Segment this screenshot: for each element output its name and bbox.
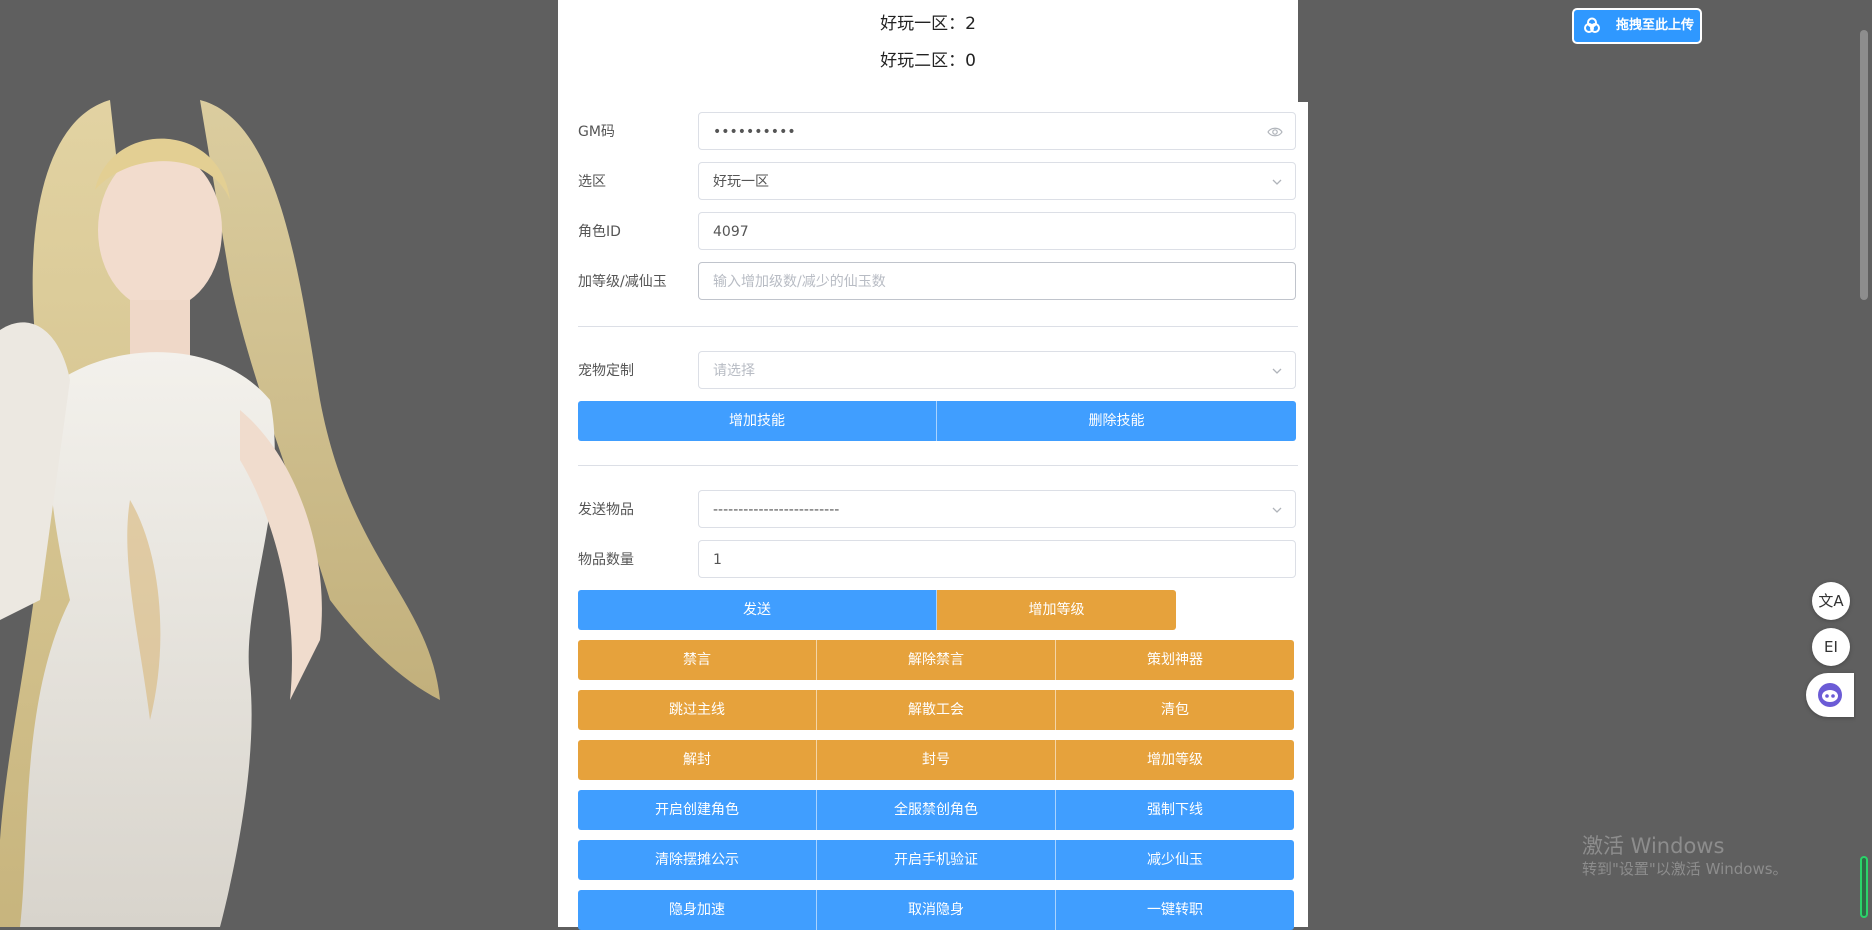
gm-form-panel: GM码 •••••••••• 选区 好玩一区 角色ID 4097 加等级/减仙玉… — [558, 102, 1308, 930]
cancel-stealth-button[interactable]: 取消隐身 — [817, 890, 1056, 930]
chevron-down-icon — [1271, 491, 1283, 529]
level-placeholder: 输入增加级数/减少的仙玉数 — [713, 274, 886, 290]
add-level-button-2[interactable]: 增加等级 — [1056, 740, 1294, 780]
gm-code-label: GM码 — [578, 124, 615, 140]
gm-code-value: •••••••••• — [713, 124, 796, 140]
zone-row: 选区 好玩一区 — [578, 162, 1298, 202]
ai-assistant-icon[interactable] — [1806, 673, 1854, 717]
item-label: 发送物品 — [578, 502, 634, 518]
pet-select[interactable]: 请选择 — [698, 351, 1296, 389]
role-id-input[interactable]: 4097 — [698, 212, 1296, 250]
qty-input[interactable]: 1 — [698, 540, 1296, 578]
clear-bag-button[interactable]: 清包 — [1056, 690, 1294, 730]
drag-upload-button[interactable]: 拖拽至此上传 — [1572, 8, 1702, 44]
action-row-5: 清除摆摊公示 开启手机验证 减少仙玉 — [578, 840, 1294, 880]
pet-placeholder: 请选择 — [713, 363, 755, 379]
remove-skill-button[interactable]: 删除技能 — [937, 401, 1296, 441]
action-row-1: 禁言 解除禁言 策划神器 — [578, 640, 1294, 680]
level-input[interactable]: 输入增加级数/减少的仙玉数 — [698, 262, 1296, 300]
chevron-down-icon — [1271, 352, 1283, 390]
scrollbar-thumb[interactable] — [1860, 30, 1868, 300]
eye-icon[interactable] — [1267, 113, 1283, 151]
skip-main-quest-button[interactable]: 跳过主线 — [578, 690, 817, 730]
action-row-2: 跳过主线 解散工会 清包 — [578, 690, 1294, 730]
add-skill-button[interactable]: 增加技能 — [578, 401, 937, 441]
mute-button[interactable]: 禁言 — [578, 640, 817, 680]
windows-activation-hint: 转到"设置"以激活 Windows。 — [1582, 860, 1788, 878]
chevron-down-icon — [1271, 163, 1283, 201]
one-click-job-change-button[interactable]: 一键转职 — [1056, 890, 1294, 930]
send-button[interactable]: 发送 — [578, 590, 937, 630]
unban-button[interactable]: 解封 — [578, 740, 817, 780]
action-row-3: 解封 封号 增加等级 — [578, 740, 1294, 780]
qty-label: 物品数量 — [578, 552, 634, 568]
divider — [578, 326, 1298, 327]
disable-create-role-button[interactable]: 全服禁创角色 — [817, 790, 1056, 830]
level-row: 加等级/减仙玉 输入增加级数/减少的仙玉数 — [578, 262, 1298, 302]
scroll-indicator — [1860, 856, 1868, 918]
skill-button-row: 增加技能 删除技能 — [578, 401, 1296, 441]
role-id-value: 4097 — [713, 224, 749, 240]
qty-row: 物品数量 1 — [578, 540, 1298, 580]
item-row: 发送物品 ------------------------- — [578, 490, 1298, 530]
force-logout-button[interactable]: 强制下线 — [1056, 790, 1294, 830]
qty-value: 1 — [713, 552, 722, 568]
pet-label: 宠物定制 — [578, 363, 634, 379]
character-artwork — [0, 100, 440, 927]
zone-value: 好玩一区 — [713, 174, 769, 190]
add-level-button[interactable]: 增加等级 — [937, 590, 1176, 630]
planner-tool-button[interactable]: 策划神器 — [1056, 640, 1294, 680]
action-row-4: 开启创建角色 全服禁创角色 强制下线 — [578, 790, 1294, 830]
zone-stats-panel: 好玩一区：2 好玩二区：0 — [558, 0, 1298, 102]
upload-label: 拖拽至此上传 — [1616, 18, 1695, 33]
stealth-speed-button[interactable]: 隐身加速 — [578, 890, 817, 930]
enable-phone-verify-button[interactable]: 开启手机验证 — [817, 840, 1056, 880]
zone-label: 选区 — [578, 174, 606, 190]
gm-code-row: GM码 •••••••••• — [578, 112, 1298, 152]
unmute-button[interactable]: 解除禁言 — [817, 640, 1056, 680]
pet-row: 宠物定制 请选择 — [578, 351, 1298, 391]
windows-activation-title: 激活 Windows — [1582, 834, 1725, 858]
enable-create-role-button[interactable]: 开启创建角色 — [578, 790, 817, 830]
divider — [578, 465, 1298, 466]
disband-guild-button[interactable]: 解散工会 — [817, 690, 1056, 730]
role-id-row: 角色ID 4097 — [578, 212, 1298, 252]
translate-icon[interactable]: 文A — [1812, 582, 1850, 620]
reduce-jade-button[interactable]: 减少仙玉 — [1056, 840, 1294, 880]
zone1-count: 好玩一区：2 — [880, 14, 976, 34]
level-label: 加等级/减仙玉 — [578, 274, 667, 290]
reader-mode-icon[interactable]: EI — [1812, 628, 1850, 666]
zone2-count: 好玩二区：0 — [880, 51, 976, 71]
send-button-row: 发送 增加等级 — [578, 590, 1176, 630]
gm-code-input[interactable]: •••••••••• — [698, 112, 1296, 150]
zone-select[interactable]: 好玩一区 — [698, 162, 1296, 200]
ban-button[interactable]: 封号 — [817, 740, 1056, 780]
clear-stall-notice-button[interactable]: 清除摆摊公示 — [578, 840, 817, 880]
item-value: ------------------------- — [713, 502, 840, 518]
role-id-label: 角色ID — [578, 224, 621, 240]
item-select[interactable]: ------------------------- — [698, 490, 1296, 528]
page-scrollbar[interactable] — [1856, 0, 1872, 927]
cloud-upload-icon — [1584, 17, 1600, 33]
action-row-6: 隐身加速 取消隐身 一键转职 — [578, 890, 1294, 930]
